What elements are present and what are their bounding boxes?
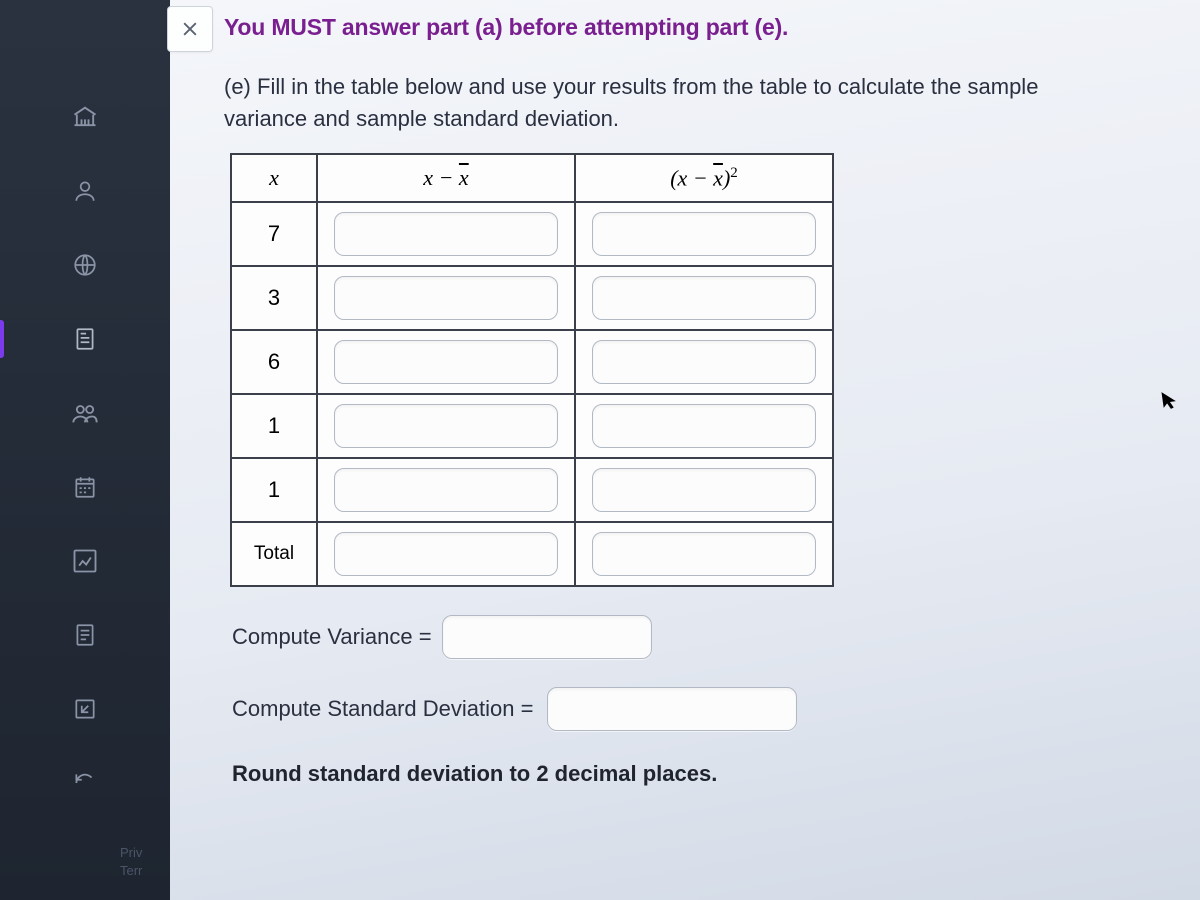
- total-diff-input[interactable]: [334, 532, 558, 576]
- chart-icon[interactable]: [68, 544, 102, 578]
- deviation-table: x x − x (x − x)2 7 3: [230, 153, 834, 587]
- stddev-label: Compute Standard Deviation =: [232, 696, 533, 722]
- diff-input[interactable]: [334, 212, 558, 256]
- diff-input[interactable]: [334, 404, 558, 448]
- col-header-diff: x − x: [317, 154, 575, 202]
- note-icon[interactable]: [68, 618, 102, 652]
- diffsq-input[interactable]: [592, 468, 816, 512]
- stddev-input[interactable]: [547, 687, 797, 731]
- footer-links: Priv Terr: [120, 844, 142, 880]
- diffsq-input[interactable]: [592, 340, 816, 384]
- instructions-text: (e) Fill in the table below and use your…: [224, 71, 1120, 135]
- terms-link[interactable]: Terr: [120, 862, 142, 880]
- main-panel: You MUST answer part (a) before attempti…: [170, 0, 1200, 900]
- variance-input[interactable]: [442, 615, 652, 659]
- x-value: 1: [238, 477, 310, 503]
- total-label: Total: [238, 543, 310, 565]
- table-row: 6: [231, 330, 833, 394]
- diffsq-input[interactable]: [592, 212, 816, 256]
- people-icon[interactable]: [68, 396, 102, 430]
- x-value: 3: [238, 285, 310, 311]
- table-row: 1: [231, 458, 833, 522]
- col-header-diffsq: (x − x)2: [575, 154, 833, 202]
- variance-label: Compute Variance =: [232, 624, 432, 650]
- x-value: 1: [238, 413, 310, 439]
- round-note: Round standard deviation to 2 decimal pl…: [232, 761, 1120, 787]
- instructions-body: Fill in the table below and use your res…: [224, 74, 1038, 131]
- institution-icon[interactable]: [68, 100, 102, 134]
- col-header-x: x: [231, 154, 317, 202]
- stddev-row: Compute Standard Deviation =: [232, 687, 1120, 731]
- privacy-link[interactable]: Priv: [120, 844, 142, 862]
- cursor-icon: [1160, 389, 1179, 416]
- edit-icon[interactable]: [68, 692, 102, 726]
- x-value: 7: [238, 221, 310, 247]
- sidebar: Priv Terr: [0, 0, 170, 900]
- refresh-icon[interactable]: [68, 766, 102, 800]
- part-label: (e): [224, 74, 251, 99]
- table-row: 1: [231, 394, 833, 458]
- calendar-icon[interactable]: [68, 470, 102, 504]
- diffsq-input[interactable]: [592, 276, 816, 320]
- warning-text: You MUST answer part (a) before attempti…: [224, 14, 1120, 41]
- variance-row: Compute Variance =: [232, 615, 1120, 659]
- table-row: 7: [231, 202, 833, 266]
- diff-input[interactable]: [334, 468, 558, 512]
- table-row: 3: [231, 266, 833, 330]
- globe-icon[interactable]: [68, 248, 102, 282]
- diff-input[interactable]: [334, 276, 558, 320]
- close-button[interactable]: [167, 6, 213, 52]
- diff-input[interactable]: [334, 340, 558, 384]
- document-icon[interactable]: [68, 322, 102, 356]
- total-diffsq-input[interactable]: [592, 532, 816, 576]
- x-value: 6: [238, 349, 310, 375]
- table-total-row: Total: [231, 522, 833, 586]
- diffsq-input[interactable]: [592, 404, 816, 448]
- person-icon[interactable]: [68, 174, 102, 208]
